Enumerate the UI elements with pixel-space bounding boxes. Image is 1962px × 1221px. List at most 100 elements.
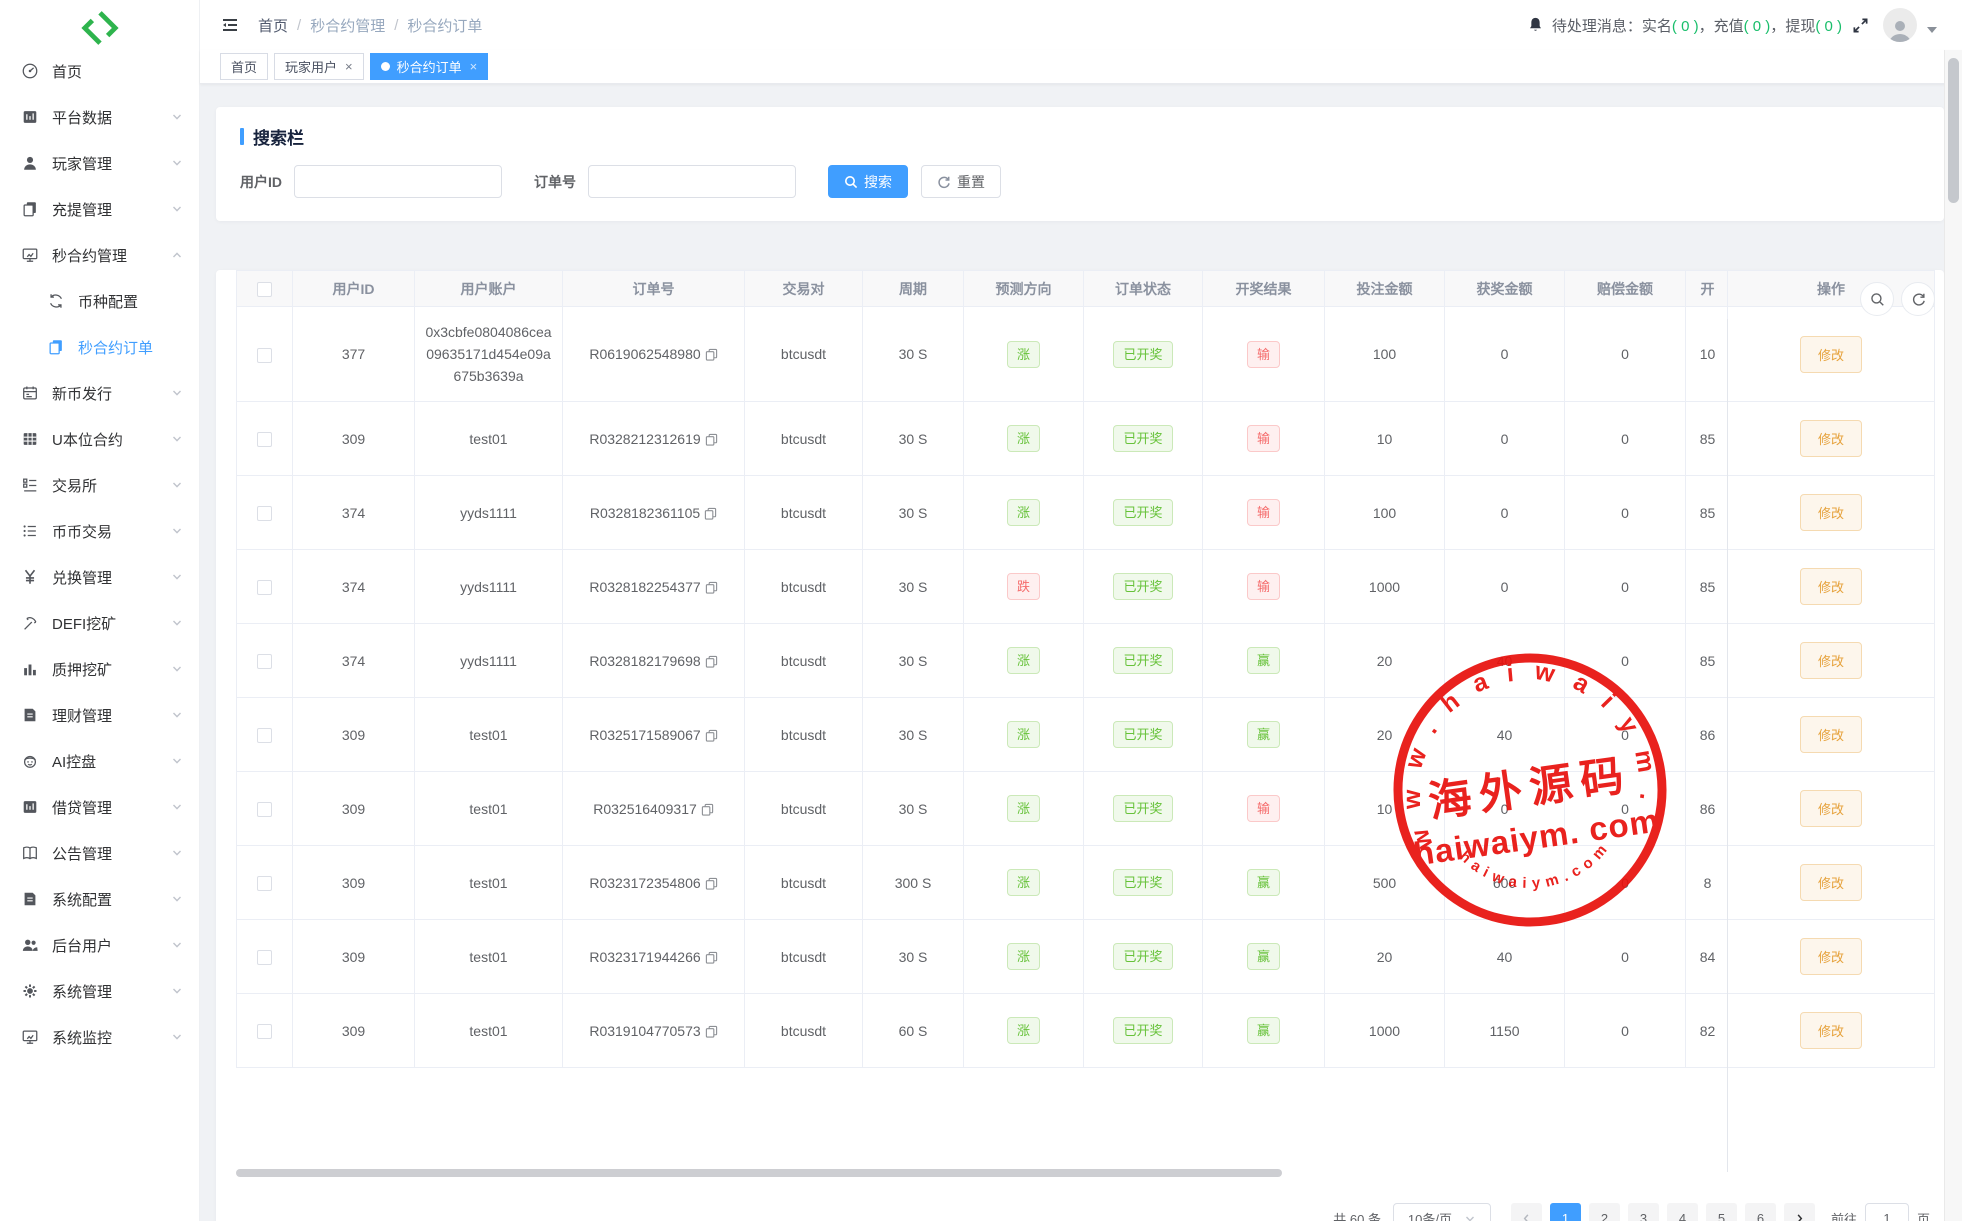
sidebar-item[interactable]: 质押挖矿 xyxy=(0,646,199,692)
status-tag: 输 xyxy=(1247,425,1280,452)
goto-page-input[interactable] xyxy=(1865,1203,1909,1221)
edit-button[interactable]: 修改 xyxy=(1800,642,1862,679)
page-button[interactable]: 1 xyxy=(1550,1203,1581,1221)
copy-icon[interactable] xyxy=(705,655,718,668)
sidebar-item[interactable]: 新币发行 xyxy=(0,370,199,416)
edit-button[interactable]: 修改 xyxy=(1800,336,1862,373)
edit-button[interactable]: 修改 xyxy=(1800,864,1862,901)
collapse-menu-icon[interactable] xyxy=(220,15,240,35)
sidebar-item[interactable]: 交易所 xyxy=(0,462,199,508)
reset-button[interactable]: 重置 xyxy=(921,165,1001,198)
sidebar-item-label: 公告管理 xyxy=(52,843,112,864)
breadcrumb-home[interactable]: 首页 xyxy=(258,15,288,36)
tab-close-icon[interactable]: × xyxy=(470,60,478,73)
sidebar-item[interactable]: 兑换管理 xyxy=(0,554,199,600)
sidebar-item[interactable]: 系统管理 xyxy=(0,968,199,1014)
page-button[interactable]: 6 xyxy=(1745,1203,1776,1221)
sidebar-item-label: 兑换管理 xyxy=(52,567,112,588)
sidebar-item[interactable]: 币种配置 xyxy=(0,278,199,324)
cell-value: 0 xyxy=(1501,346,1509,362)
search-field-label: 用户ID xyxy=(240,172,282,192)
search-button[interactable]: 搜索 xyxy=(828,165,908,198)
edit-button[interactable]: 修改 xyxy=(1800,716,1862,753)
row-checkbox[interactable] xyxy=(257,802,272,817)
copy-icon[interactable] xyxy=(705,1025,718,1038)
table-refresh-button[interactable] xyxy=(1901,282,1935,316)
next-page-button[interactable] xyxy=(1784,1203,1815,1221)
cell-value: 30 S xyxy=(899,801,928,817)
sidebar-item[interactable]: 充提管理 xyxy=(0,186,199,232)
avatar[interactable] xyxy=(1883,8,1917,42)
sidebar-item-label: AI控盘 xyxy=(52,751,96,772)
row-checkbox[interactable] xyxy=(257,580,272,595)
page-button[interactable]: 4 xyxy=(1667,1203,1698,1221)
cell-value: 85 xyxy=(1700,505,1716,521)
row-checkbox[interactable] xyxy=(257,432,272,447)
edit-button[interactable]: 修改 xyxy=(1800,790,1862,827)
edit-button[interactable]: 修改 xyxy=(1800,568,1862,605)
copy-icon[interactable] xyxy=(705,581,718,594)
row-checkbox[interactable] xyxy=(257,1024,272,1039)
copy-icon[interactable] xyxy=(705,348,718,361)
sidebar-item[interactable]: DEFI挖矿 xyxy=(0,600,199,646)
row-checkbox[interactable] xyxy=(257,876,272,891)
sidebar-item[interactable]: U本位合约 xyxy=(0,416,199,462)
search-card-title: 搜索栏 xyxy=(240,124,1920,149)
search-field-input[interactable] xyxy=(294,165,502,198)
sidebar-item[interactable]: 首页 xyxy=(0,48,199,94)
page-size-select[interactable]: 10条/页 xyxy=(1393,1203,1491,1221)
copy-icon[interactable] xyxy=(705,729,718,742)
bell-icon[interactable] xyxy=(1527,16,1544,34)
copy-icon[interactable] xyxy=(701,803,714,816)
horizontal-scrollbar[interactable] xyxy=(236,1169,1282,1177)
copy-icon[interactable] xyxy=(705,433,718,446)
cell-value: test01 xyxy=(469,949,507,965)
row-checkbox[interactable] xyxy=(257,506,272,521)
tab-item[interactable]: 玩家用户× xyxy=(274,53,364,80)
sidebar-item[interactable]: 平台数据 xyxy=(0,94,199,140)
edit-button[interactable]: 修改 xyxy=(1800,420,1862,457)
sidebar-item[interactable]: 理财管理 xyxy=(0,692,199,738)
sidebar-item[interactable]: 借贷管理 xyxy=(0,784,199,830)
edit-button[interactable]: 修改 xyxy=(1800,1012,1862,1049)
cell-value: 309 xyxy=(342,875,365,891)
sidebar-item[interactable]: 后台用户 xyxy=(0,922,199,968)
table-search-button[interactable] xyxy=(1860,282,1894,316)
copy-icon[interactable] xyxy=(705,951,718,964)
column-header-label: 订单状态 xyxy=(1115,281,1171,297)
row-checkbox[interactable] xyxy=(257,348,272,363)
cell-value: 0 xyxy=(1621,727,1629,743)
row-checkbox[interactable] xyxy=(257,728,272,743)
vertical-scrollbar-thumb[interactable] xyxy=(1948,58,1959,203)
copy-icon[interactable] xyxy=(704,507,717,520)
edit-button[interactable]: 修改 xyxy=(1800,938,1862,975)
sidebar-item[interactable]: 系统监控 xyxy=(0,1014,199,1060)
prev-page-button[interactable] xyxy=(1511,1203,1542,1221)
tab-item[interactable]: 首页 xyxy=(220,53,268,80)
edit-button[interactable]: 修改 xyxy=(1800,494,1862,531)
search-icon xyxy=(844,175,858,189)
tab-active[interactable]: 秒合约订单× xyxy=(370,53,489,80)
copy-icon[interactable] xyxy=(705,877,718,890)
tab-close-icon[interactable]: × xyxy=(345,60,353,73)
select-all-checkbox[interactable] xyxy=(257,282,272,297)
row-checkbox[interactable] xyxy=(257,950,272,965)
page-button[interactable]: 5 xyxy=(1706,1203,1737,1221)
fullscreen-icon[interactable] xyxy=(1852,17,1869,34)
sidebar-item[interactable]: 玩家管理 xyxy=(0,140,199,186)
column-header: 订单号 xyxy=(563,271,745,307)
sidebar-item[interactable]: 系统配置 xyxy=(0,876,199,922)
sidebar-item[interactable]: 币币交易 xyxy=(0,508,199,554)
sidebar-item[interactable]: 公告管理 xyxy=(0,830,199,876)
row-checkbox[interactable] xyxy=(257,654,272,669)
search-field-input[interactable] xyxy=(588,165,796,198)
sidebar-item[interactable]: 秒合约管理 xyxy=(0,232,199,278)
vertical-scrollbar[interactable] xyxy=(1944,50,1962,1221)
caret-down-icon[interactable] xyxy=(1927,27,1937,33)
refresh-icon xyxy=(46,291,66,311)
sidebar-item[interactable]: 秒合约订单 xyxy=(0,324,199,370)
pending-messages-label: 待处理消息： xyxy=(1552,18,1642,35)
page-button[interactable]: 2 xyxy=(1589,1203,1620,1221)
page-button[interactable]: 3 xyxy=(1628,1203,1659,1221)
sidebar-item[interactable]: AI控盘 xyxy=(0,738,199,784)
